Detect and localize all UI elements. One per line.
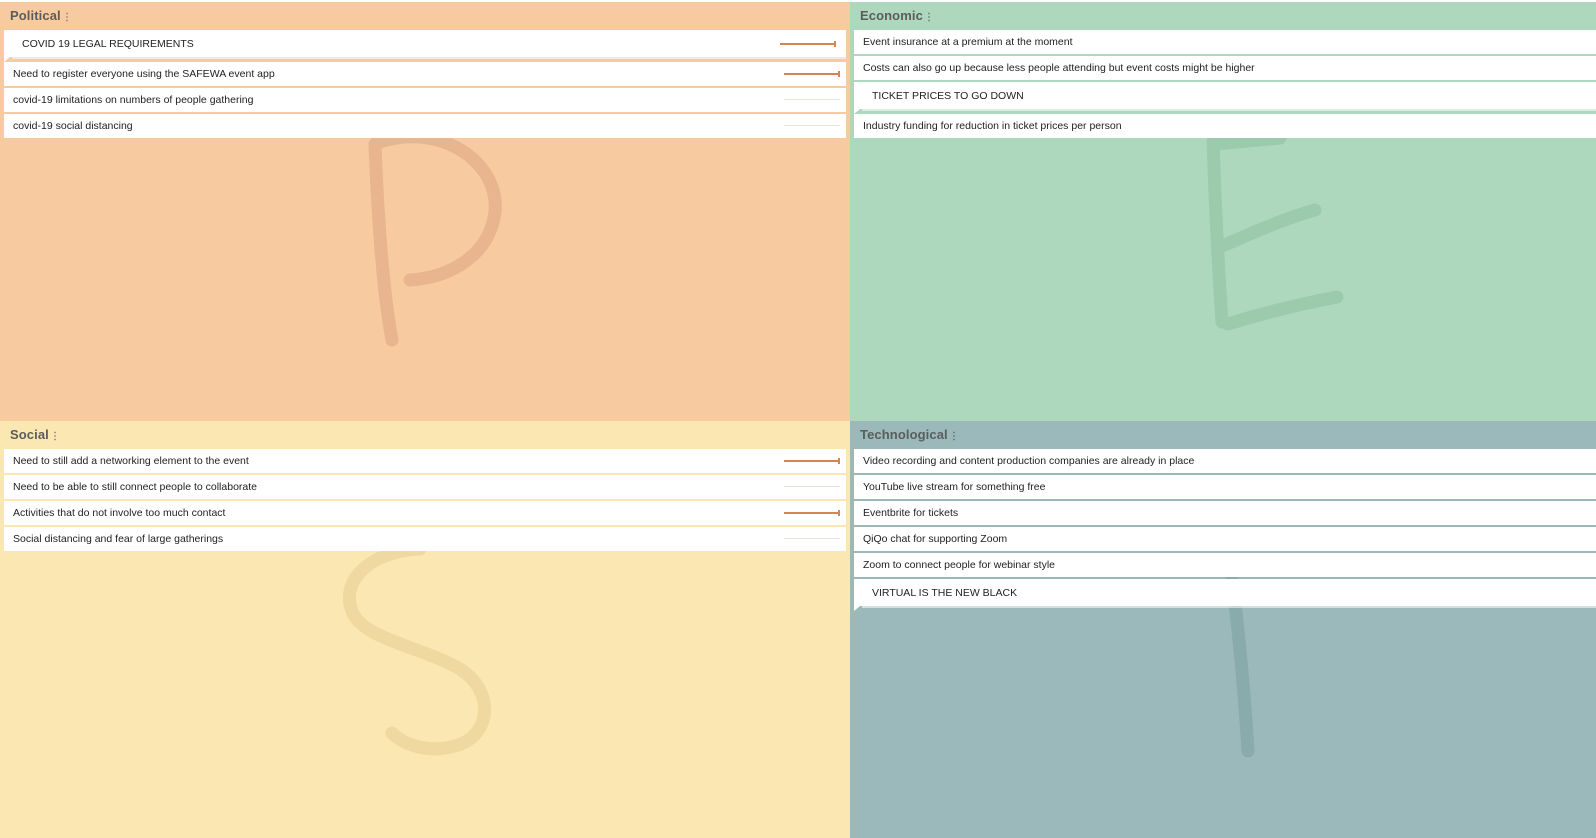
note-card[interactable]: Zoom to connect people for webinar style — [854, 553, 1596, 577]
vote-bar[interactable] — [784, 458, 840, 464]
note-card[interactable]: COVID 19 LEGAL REQUIREMENTS — [4, 30, 846, 62]
social-note-list: Need to still add a networking element t… — [4, 449, 846, 553]
economic-note-list: Event insurance at a premium at the mome… — [854, 30, 1596, 140]
economic-quadrant: Economic Event insurance at a premium at… — [850, 2, 1596, 421]
vote-bar[interactable] — [784, 486, 840, 488]
political-title: Political — [10, 8, 61, 23]
social-quadrant: Social Need to still add a networking el… — [0, 421, 850, 838]
note-text: COVID 19 LEGAL REQUIREMENTS — [22, 38, 194, 50]
note-card[interactable]: YouTube live stream for something free — [854, 475, 1596, 499]
social-title: Social — [10, 427, 49, 442]
kebab-icon[interactable] — [53, 431, 57, 441]
kebab-icon[interactable] — [952, 431, 956, 441]
note-text: Activities that do not involve too much … — [13, 507, 226, 519]
note-text: Video recording and content production c… — [863, 455, 1195, 467]
note-text: Social distancing and fear of large gath… — [13, 533, 224, 545]
note-card[interactable]: Costs can also go up because less people… — [854, 56, 1596, 80]
note-text: covid-19 limitations on numbers of peopl… — [13, 94, 254, 106]
kebab-icon[interactable] — [65, 12, 69, 22]
vote-bar[interactable] — [780, 41, 836, 47]
note-card[interactable]: Need to be able to still connect people … — [4, 475, 846, 499]
note-text: Need to be able to still connect people … — [13, 481, 257, 493]
kebab-icon[interactable] — [927, 12, 931, 22]
note-text: Need to register everyone using the SAFE… — [13, 68, 275, 80]
note-text: TICKET PRICES TO GO DOWN — [872, 90, 1024, 102]
note-card[interactable]: Eventbrite for tickets — [854, 501, 1596, 525]
note-card[interactable]: Social distancing and fear of large gath… — [4, 527, 846, 551]
note-card[interactable]: Video recording and content production c… — [854, 449, 1596, 473]
note-card[interactable]: Need to register everyone using the SAFE… — [4, 62, 846, 86]
note-card[interactable]: QiQo chat for supporting Zoom — [854, 527, 1596, 551]
note-text: Need to still add a networking element t… — [13, 455, 249, 467]
technological-title: Technological — [860, 427, 948, 442]
note-text: VIRTUAL IS THE NEW BLACK — [872, 587, 1018, 599]
note-card[interactable]: covid-19 limitations on numbers of peopl… — [4, 88, 846, 112]
technological-quadrant: Technological Video recording and conten… — [850, 421, 1596, 838]
note-text: Costs can also go up because less people… — [863, 62, 1255, 74]
vote-bar[interactable] — [784, 99, 840, 101]
vote-bar[interactable] — [784, 510, 840, 516]
social-header: Social — [10, 427, 57, 442]
note-text: Zoom to connect people for webinar style — [863, 559, 1056, 571]
note-text: Event insurance at a premium at the mome… — [863, 36, 1073, 48]
note-text: covid-19 social distancing — [13, 120, 133, 132]
note-text: Eventbrite for tickets — [863, 507, 959, 519]
political-quadrant: Political COVID 19 LEGAL REQUIREMENTS Ne… — [0, 2, 850, 421]
technological-note-list: Video recording and content production c… — [854, 449, 1596, 611]
political-note-list: COVID 19 LEGAL REQUIREMENTS Need to regi… — [4, 30, 846, 140]
note-text: QiQo chat for supporting Zoom — [863, 533, 1008, 545]
political-header: Political — [10, 8, 69, 23]
note-text: YouTube live stream for something free — [863, 481, 1046, 493]
note-text: Industry funding for reduction in ticket… — [863, 120, 1122, 132]
note-card[interactable]: Activities that do not involve too much … — [4, 501, 846, 525]
note-card[interactable]: VIRTUAL IS THE NEW BLACK — [854, 579, 1596, 611]
note-card[interactable]: Industry funding for reduction in ticket… — [854, 114, 1596, 138]
vote-bar[interactable] — [784, 71, 840, 77]
vote-bar[interactable] — [784, 125, 840, 127]
note-card[interactable]: Need to still add a networking element t… — [4, 449, 846, 473]
note-card[interactable]: covid-19 social distancing — [4, 114, 846, 138]
note-card[interactable]: TICKET PRICES TO GO DOWN — [854, 82, 1596, 114]
economic-title: Economic — [860, 8, 923, 23]
vote-bar[interactable] — [784, 538, 840, 540]
note-card[interactable]: Event insurance at a premium at the mome… — [854, 30, 1596, 54]
economic-header: Economic — [860, 8, 931, 23]
technological-header: Technological — [860, 427, 956, 442]
